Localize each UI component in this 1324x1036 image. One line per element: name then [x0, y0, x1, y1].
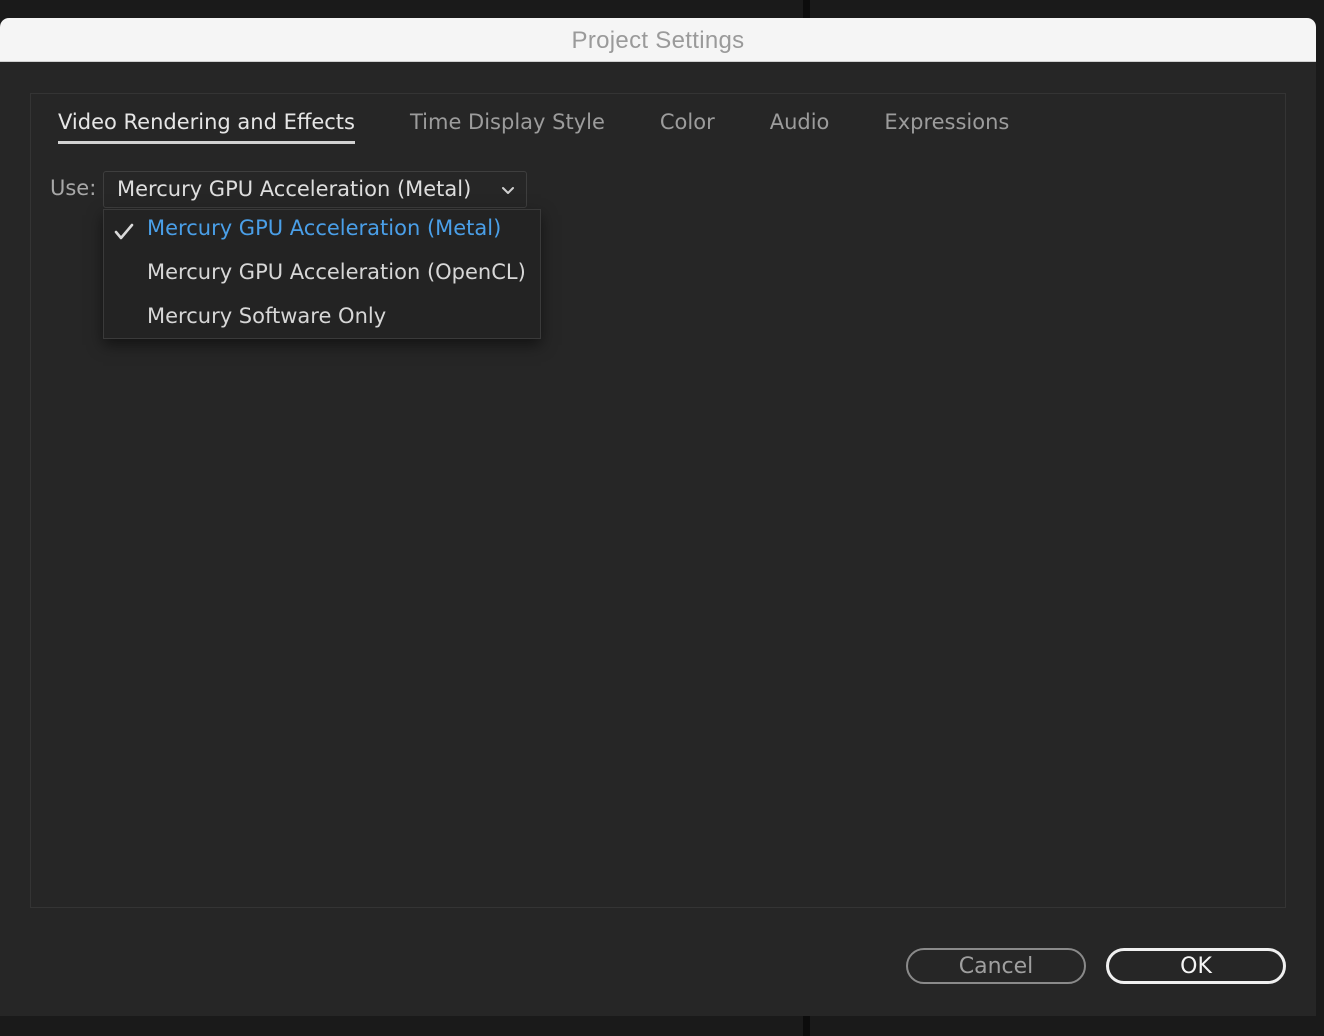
menu-item-software-only[interactable]: Mercury Software Only	[104, 298, 540, 342]
renderer-dropdown-menu: Mercury GPU Acceleration (Metal) Mercury…	[103, 209, 541, 339]
tab-bar: Video Rendering and Effects Time Display…	[58, 108, 1064, 148]
checkmark-icon	[114, 223, 134, 240]
tab-time-display-style[interactable]: Time Display Style	[410, 108, 605, 144]
menu-item-opencl[interactable]: Mercury GPU Acceleration (OpenCL)	[104, 254, 540, 298]
menu-item-label: Mercury GPU Acceleration (Metal)	[147, 216, 502, 240]
menu-item-label: Mercury Software Only	[147, 304, 387, 328]
renderer-dropdown-value: Mercury GPU Acceleration (Metal)	[117, 177, 472, 201]
settings-panel: Video Rendering and Effects Time Display…	[30, 93, 1286, 908]
chevron-down-icon	[502, 187, 514, 194]
tab-video-rendering-and-effects[interactable]: Video Rendering and Effects	[58, 108, 355, 144]
project-settings-dialog: Project Settings Video Rendering and Eff…	[0, 18, 1316, 1016]
dialog-title: Project Settings	[0, 18, 1316, 62]
use-label: Use:	[50, 176, 97, 200]
tab-audio[interactable]: Audio	[770, 108, 830, 144]
cancel-button[interactable]: Cancel	[906, 948, 1086, 984]
renderer-dropdown[interactable]: Mercury GPU Acceleration (Metal)	[103, 171, 527, 208]
menu-item-metal[interactable]: Mercury GPU Acceleration (Metal)	[104, 210, 540, 254]
tab-color[interactable]: Color	[660, 108, 715, 144]
tab-expressions[interactable]: Expressions	[884, 108, 1009, 144]
ok-button[interactable]: OK	[1106, 948, 1286, 984]
menu-item-label: Mercury GPU Acceleration (OpenCL)	[147, 260, 526, 284]
